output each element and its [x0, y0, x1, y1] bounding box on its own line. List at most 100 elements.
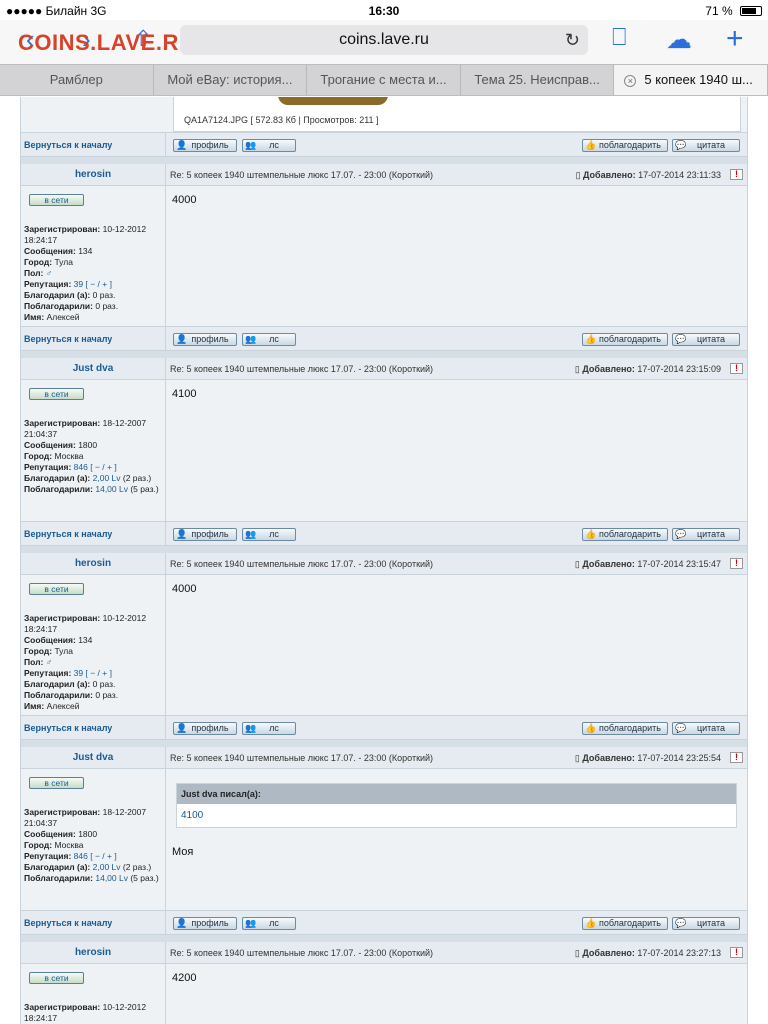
- tab-tema25[interactable]: Тема 25. Неисправ...: [461, 65, 615, 95]
- post-date: ▯ Добавлено: 17-07-2014 23:15:47: [574, 559, 721, 569]
- quote-icon: 💬: [675, 140, 687, 150]
- post-content: Just dva писал(а): 4100 Моя: [166, 769, 747, 910]
- battery-percent: 71 %: [705, 4, 733, 18]
- thumbs-up-icon: 👍: [585, 334, 597, 344]
- post-header: herosin Re: 5 копеек 1940 штемпельные лю…: [21, 553, 747, 575]
- tab-ebay[interactable]: Мой eBay: история...: [154, 65, 308, 95]
- post-separator: [20, 546, 748, 553]
- post-actions: Вернуться к началу 👤 профиль 👥 лс 👍 поблаго…: [20, 327, 748, 351]
- thumbs-up-icon: 👍: [585, 723, 597, 733]
- back-to-top-link[interactable]: Вернуться к началу: [21, 133, 166, 156]
- post-header: herosin Re: 5 копеек 1940 штемпельные лю…: [21, 164, 747, 186]
- tab-current[interactable]: × 5 копеек 1940 ш...: [614, 65, 768, 95]
- post-subject[interactable]: Re: 5 копеек 1940 штемпельные люкс 17.07…: [170, 170, 433, 180]
- post-subject[interactable]: Re: 5 копеек 1940 штемпельные люкс 17.07…: [170, 948, 433, 958]
- reputation-controls[interactable]: [ − / + ]: [86, 668, 112, 678]
- profile-icon: 👤: [176, 140, 188, 150]
- thank-button[interactable]: 👍 поблагодарить: [582, 139, 668, 152]
- thank-button[interactable]: 👍 поблагодарить: [582, 528, 668, 541]
- post-author[interactable]: Just dva: [21, 358, 166, 379]
- tab-rambler[interactable]: Рамблер: [0, 65, 154, 95]
- post-date: ▯ Добавлено: 17-07-2014 23:25:54: [574, 753, 721, 763]
- post-subject[interactable]: Re: 5 копеек 1940 штемпельные люкс 17.07…: [170, 364, 433, 374]
- pm-button[interactable]: 👥 лс: [242, 917, 296, 930]
- post-date: ▯ Добавлено: 17-07-2014 23:11:33: [575, 170, 721, 180]
- post-icon: ▯: [575, 170, 584, 180]
- forum-post: herosin Re: 5 копеек 1940 штемпельные лю…: [20, 553, 748, 716]
- post-separator: [20, 935, 748, 942]
- post-actions: Вернуться к началу 👤 профиль 👥 лс 👍 поблаго…: [20, 522, 748, 546]
- author-info: в сети Зарегистрирован: 18-12-2007 21:04…: [21, 769, 166, 910]
- forum-post: Just dva Re: 5 копеек 1940 штемпельные л…: [20, 358, 748, 522]
- back-to-top-link[interactable]: Вернуться к началу: [21, 327, 166, 350]
- tab-trogan[interactable]: Трогание с места и...: [307, 65, 461, 95]
- battery-icon: [740, 6, 762, 16]
- report-icon[interactable]: !: [730, 169, 743, 180]
- bookmarks-icon[interactable]: ⎕: [612, 24, 626, 52]
- pm-button[interactable]: 👥 лс: [242, 528, 296, 541]
- quote-button[interactable]: 💬 цитата: [672, 528, 740, 541]
- back-to-top-link[interactable]: Вернуться к началу: [21, 716, 166, 739]
- author-info: в сети Зарегистрирован: 10-12-2012 18:24…: [21, 575, 166, 715]
- post-date: ▯ Добавлено: 17-07-2014 23:15:09: [574, 364, 721, 374]
- quote-button[interactable]: 💬 цитата: [672, 917, 740, 930]
- battery-indicator: 71 %: [705, 4, 762, 18]
- forum-post: herosin Re: 5 копеек 1940 штемпельные лю…: [20, 164, 748, 327]
- male-icon: ♂: [45, 657, 53, 667]
- post-author[interactable]: herosin: [21, 553, 166, 574]
- new-tab-icon[interactable]: +: [726, 22, 744, 56]
- profile-icon: 👤: [176, 529, 188, 539]
- online-badge: в сети: [29, 583, 84, 595]
- back-to-top-link[interactable]: Вернуться к началу: [21, 522, 166, 545]
- address-bar[interactable]: coins.lave.ru ↻: [180, 25, 588, 55]
- quote-icon: 💬: [675, 723, 687, 733]
- pm-button[interactable]: 👥 лс: [242, 333, 296, 346]
- profile-button[interactable]: 👤 профиль: [173, 917, 237, 930]
- report-icon[interactable]: !: [730, 363, 743, 374]
- post-content: 4100: [166, 380, 747, 521]
- pm-button[interactable]: 👥 лс: [242, 722, 296, 735]
- forum-post: herosin Re: 5 копеек 1940 штемпельные лю…: [20, 942, 748, 1024]
- thank-button[interactable]: 👍 поблагодарить: [582, 722, 668, 735]
- icloud-tabs-icon[interactable]: ☁: [666, 24, 692, 55]
- pm-button[interactable]: 👥 лс: [242, 139, 296, 152]
- reputation-controls[interactable]: [ − / + ]: [90, 851, 116, 861]
- attachment-image[interactable]: [182, 97, 496, 113]
- profile-button[interactable]: 👤 профиль: [173, 528, 237, 541]
- thank-button[interactable]: 👍 поблагодарить: [582, 917, 668, 930]
- thumbs-up-icon: 👍: [585, 140, 597, 150]
- pm-icon: 👥: [245, 529, 257, 539]
- online-badge: в сети: [29, 388, 84, 400]
- post-subject[interactable]: Re: 5 копеек 1940 штемпельные люкс 17.07…: [170, 559, 433, 569]
- thank-button[interactable]: 👍 поблагодарить: [582, 333, 668, 346]
- previous-post-fragment: QA1A7124.JPG [ 572.83 Кб | Просмотров: 2…: [20, 97, 748, 133]
- post-author[interactable]: herosin: [21, 164, 166, 185]
- back-to-top-link[interactable]: Вернуться к началу: [21, 911, 166, 934]
- post-text: Моя: [172, 846, 194, 858]
- quote-button[interactable]: 💬 цитата: [672, 333, 740, 346]
- forum-thread: QA1A7124.JPG [ 572.83 Кб | Просмотров: 2…: [20, 97, 748, 1024]
- status-bar: ●●●●● Билайн 3G 16:30 71 %: [0, 0, 768, 20]
- post-content: 4000: [166, 186, 747, 326]
- quote-block: Just dva писал(а): 4100: [176, 783, 737, 828]
- post-author[interactable]: Just dva: [21, 747, 166, 768]
- browser-toolbar: ‹ › ⇧ COINS.LAVE.RU coins.lave.ru ↻ ⎕ ☁ …: [0, 20, 768, 64]
- profile-button[interactable]: 👤 профиль: [173, 333, 237, 346]
- post-author[interactable]: herosin: [21, 942, 166, 963]
- profile-button[interactable]: 👤 профиль: [173, 139, 237, 152]
- reload-icon[interactable]: ↻: [565, 25, 580, 55]
- post-content: 4200: [166, 964, 747, 1024]
- reputation-controls[interactable]: [ − / + ]: [90, 462, 116, 472]
- report-icon[interactable]: !: [730, 752, 743, 763]
- report-icon[interactable]: !: [730, 947, 743, 958]
- quote-button[interactable]: 💬 цитата: [672, 722, 740, 735]
- clock: 16:30: [368, 4, 400, 18]
- profile-icon: 👤: [176, 723, 188, 733]
- profile-button[interactable]: 👤 профиль: [173, 722, 237, 735]
- post-subject[interactable]: Re: 5 копеек 1940 штемпельные люкс 17.07…: [170, 753, 433, 763]
- report-icon[interactable]: !: [730, 558, 743, 569]
- close-tab-icon[interactable]: ×: [624, 75, 637, 87]
- reputation-controls[interactable]: [ − / + ]: [86, 279, 112, 289]
- online-badge: в сети: [29, 972, 84, 984]
- quote-button[interactable]: 💬 цитата: [672, 139, 740, 152]
